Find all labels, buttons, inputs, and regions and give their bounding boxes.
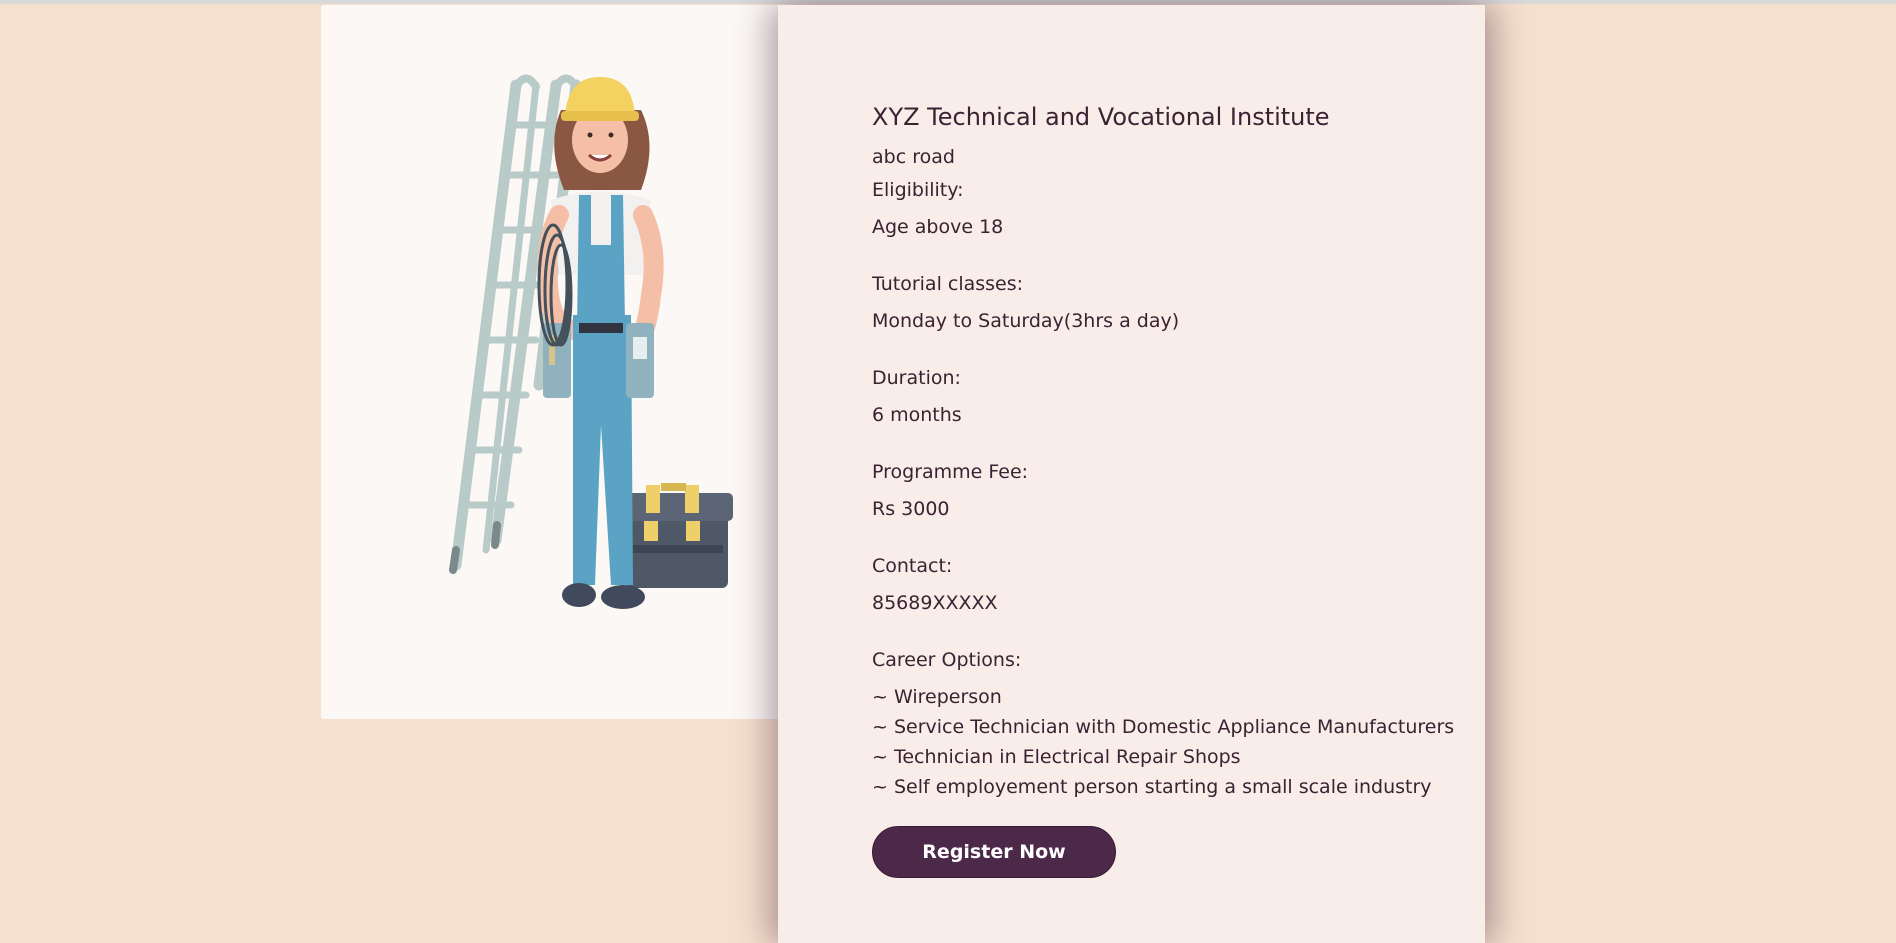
list-item: ~ Wireperson <box>872 686 1002 708</box>
course-details: XYZ Technical and Vocational Institute a… <box>872 93 1472 802</box>
toolbox-image <box>621 483 733 588</box>
career-options-list: ~ Wireperson ~ Service Technician with D… <box>872 682 1472 802</box>
electrician-illustration <box>321 5 786 719</box>
register-now-button[interactable]: Register Now <box>872 826 1116 878</box>
tutorial-classes-value: Monday to Saturday(3hrs a day) <box>872 310 1180 332</box>
eligibility-value: Age above 18 <box>872 216 1004 238</box>
programme-fee-label: Programme Fee: <box>872 461 1029 483</box>
institute-name: XYZ Technical and Vocational Institute <box>872 103 1330 131</box>
tutorial-classes-label: Tutorial classes: <box>872 273 1024 295</box>
course-info-card: XYZ Technical and Vocational Institute a… <box>778 5 1485 943</box>
illustration-card <box>321 5 786 719</box>
duration-value: 6 months <box>872 404 962 426</box>
institute-address: abc road <box>872 146 955 168</box>
contact-value: 85689XXXXX <box>872 592 998 614</box>
list-item: ~ Self employement person starting a sma… <box>872 776 1432 798</box>
contact-label: Contact: <box>872 555 953 577</box>
eligibility-label: Eligibility: <box>872 179 964 201</box>
browser-top-border <box>0 0 1896 4</box>
list-item: ~ Service Technician with Domestic Appli… <box>872 716 1455 738</box>
programme-fee-value: Rs 3000 <box>872 498 950 520</box>
career-options-label: Career Options: <box>872 649 1022 671</box>
list-item: ~ Technician in Electrical Repair Shops <box>872 746 1241 768</box>
duration-label: Duration: <box>872 367 961 389</box>
